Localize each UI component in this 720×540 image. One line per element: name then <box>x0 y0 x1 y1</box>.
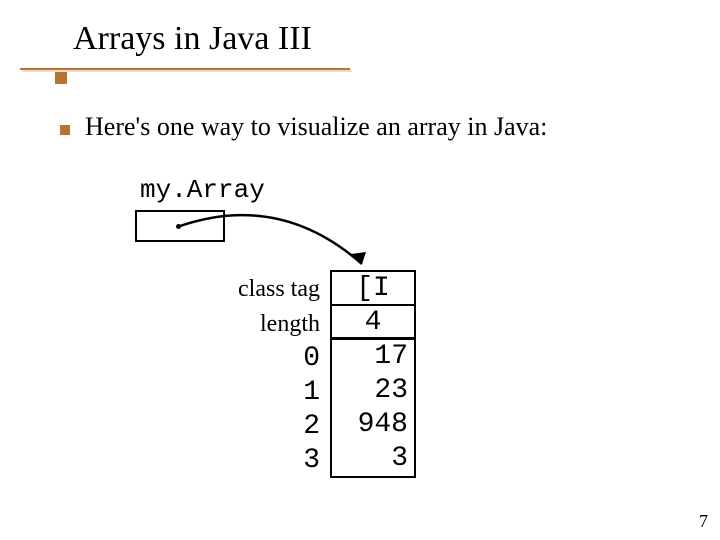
body-bullet-icon <box>60 125 70 135</box>
length-label: length <box>200 311 320 338</box>
slide-title: Arrays in Java III <box>73 20 312 57</box>
variable-label: my.Array <box>140 175 265 205</box>
class-tag-value: [I <box>332 272 414 306</box>
title-underline-shadow <box>22 70 352 72</box>
index-3: 3 <box>280 445 320 476</box>
title-underline <box>20 68 350 70</box>
body-text: Here's one way to visualize an array in … <box>85 112 547 142</box>
array-cell-1: 23 <box>332 374 414 408</box>
slide-title-area: Arrays in Java III <box>55 20 312 58</box>
class-tag-label: class tag <box>200 276 320 303</box>
page-number: 7 <box>699 511 708 532</box>
array-cell-0: 17 <box>332 340 414 374</box>
array-table: [I 4 17 23 948 3 <box>330 270 416 478</box>
array-cell-2: 948 <box>332 408 414 442</box>
title-bullet-icon <box>55 72 67 84</box>
index-2: 2 <box>280 411 320 442</box>
array-cell-3: 3 <box>332 442 414 476</box>
index-1: 1 <box>280 377 320 408</box>
index-0: 0 <box>280 343 320 374</box>
length-value: 4 <box>332 306 414 340</box>
